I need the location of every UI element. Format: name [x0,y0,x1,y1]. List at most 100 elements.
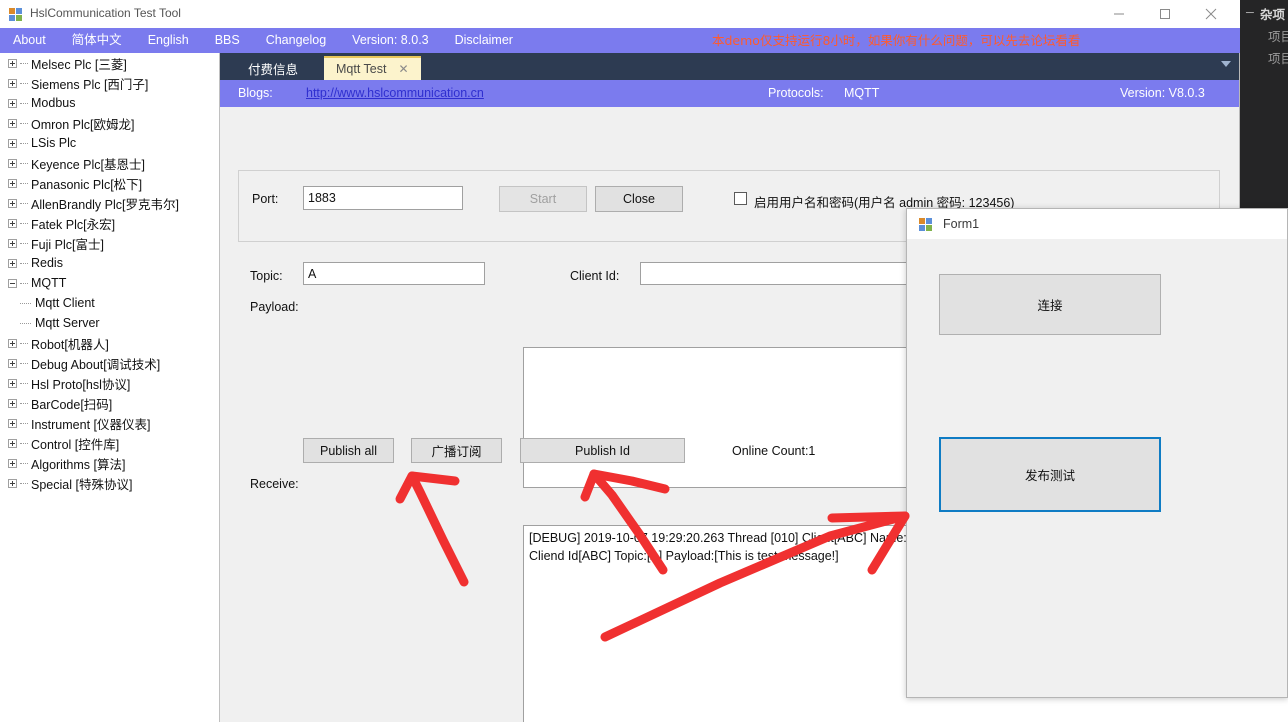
tab-close-icon[interactable]: ✕ [398,62,408,76]
expand-icon[interactable] [8,78,17,88]
form1-app-icon [918,216,934,232]
tab-overflow-chevron-down-icon[interactable] [1221,61,1231,67]
tree-item-lsis[interactable]: LSis Plc [0,133,219,153]
start-button[interactable]: Start [499,186,587,212]
menu-item-changelog[interactable]: Changelog [253,28,339,53]
background-expander-icon: ─ [1246,7,1254,19]
maximize-button[interactable] [1142,0,1188,28]
expand-icon[interactable] [8,98,17,108]
tree-connector [20,462,28,464]
tree-item-label: Mqtt Server [35,316,100,330]
tree-item-label: LSis Plc [31,136,77,150]
expand-icon[interactable] [8,458,17,468]
port-label: Port: [252,192,279,206]
tree-item-control[interactable]: Control [控件库] [0,433,219,453]
tree-item-algorithms[interactable]: Algorithms [算法] [0,453,219,473]
minimize-button[interactable] [1096,0,1142,28]
expand-icon[interactable] [8,338,17,348]
tree-item-panasonic[interactable]: Panasonic Plc[松下] [0,173,219,193]
close-button[interactable] [1188,0,1234,28]
expand-icon[interactable] [8,418,17,428]
tree-item-label: Debug About[调试技术] [31,357,161,372]
tree-item-label: BarCode[扫码] [31,397,113,412]
tab-payment-info[interactable]: 付费信息 [238,56,308,80]
app-icon [8,6,24,22]
tree-item-omron[interactable]: Omron Plc[欧姆龙] [0,113,219,133]
publish-id-button[interactable]: Publish Id [520,438,685,463]
background-tree-item-0: 杂项 [1260,8,1286,22]
tree-item-mqtt[interactable]: MQTT [0,273,219,293]
tree-connector [20,322,31,324]
close-server-button[interactable]: Close [595,186,683,212]
expand-icon[interactable] [8,58,17,68]
tree-connector [20,62,28,64]
menu-item-disclaimer[interactable]: Disclaimer [442,28,526,53]
tree-item-debug-about[interactable]: Debug About[调试技术] [0,353,219,373]
blogs-link[interactable]: http://www.hslcommunication.cn [306,86,484,100]
publish-test-button[interactable]: 发布测试 [939,437,1161,512]
tree-item-melsec[interactable]: Melsec Plc [三菱] [0,53,219,73]
expand-icon[interactable] [8,258,17,268]
publish-all-button[interactable]: Publish all [303,438,394,463]
tree-item-label: MQTT [31,276,67,290]
expand-icon[interactable] [8,218,17,228]
tree-connector [20,302,31,304]
tree-item-label: Siemens Plc [西门子] [31,77,149,92]
tree-connector [20,262,28,264]
enable-auth-checkbox[interactable] [734,192,747,205]
tree-connector [20,342,28,344]
tree-item-allenbrandly[interactable]: AllenBrandly Plc[罗克韦尔] [0,193,219,213]
tree-item-label: Fatek Plc[永宏] [31,217,116,232]
menu-item-english[interactable]: English [135,28,202,53]
protocol-tree[interactable]: Melsec Plc [三菱] Siemens Plc [西门子] Modbus… [0,53,219,722]
tree-connector [20,362,28,364]
port-input[interactable]: 1883 [303,186,463,210]
tree-item-label: AllenBrandly Plc[罗克韦尔] [31,197,179,212]
tree-item-fatek[interactable]: Fatek Plc[永宏] [0,213,219,233]
receive-label: Receive: [250,477,299,491]
form1-dialog: Form1 连接 发布测试 [906,208,1288,698]
tree-item-mqtt-server[interactable]: Mqtt Server [0,313,219,333]
tree-connector [20,182,28,184]
expand-icon[interactable] [8,158,17,168]
tree-item-instrument[interactable]: Instrument [仪器仪表] [0,413,219,433]
expand-icon[interactable] [8,358,17,368]
tree-item-mqtt-client[interactable]: Mqtt Client [0,293,219,313]
expand-icon[interactable] [8,438,17,448]
topic-label: Topic: [250,269,283,283]
collapse-icon[interactable] [8,278,17,288]
menu-item-about[interactable]: About [0,28,59,53]
tree-item-hsl-proto[interactable]: Hsl Proto[hsl协议] [0,373,219,393]
menu-item-chinese[interactable]: 简体中文 [59,28,135,53]
demo-notice-text: 本demo仅支持运行8小时，如果你有什么问题，可以先去论坛看看 [712,33,1081,48]
tree-item-redis[interactable]: Redis [0,253,219,273]
tree-item-label: Keyence Plc[基恩士] [31,157,145,172]
tree-item-robot[interactable]: Robot[机器人] [0,333,219,353]
tree-item-keyence[interactable]: Keyence Plc[基恩士] [0,153,219,173]
tab-mqtt-test[interactable]: Mqtt Test ✕ [324,56,421,80]
payload-label: Payload: [250,300,299,314]
expand-icon[interactable] [8,378,17,388]
topic-input[interactable]: A [303,262,485,285]
tree-item-fuji[interactable]: Fuji Plc[富士] [0,233,219,253]
menu-item-version[interactable]: Version: 8.0.3 [339,28,441,53]
title-bar: HslCommunication Test Tool [0,0,1240,28]
expand-icon[interactable] [8,478,17,488]
tree-item-special[interactable]: Special [特殊协议] [0,473,219,493]
expand-icon[interactable] [8,118,17,128]
tree-connector [20,82,28,84]
broadcast-subscribe-button[interactable]: 广播订阅 [411,438,502,463]
tree-connector [20,282,28,284]
tree-item-siemens[interactable]: Siemens Plc [西门子] [0,73,219,93]
form1-title-bar: Form1 [907,209,1287,239]
expand-icon[interactable] [8,398,17,408]
expand-icon[interactable] [8,138,17,148]
tree-item-barcode[interactable]: BarCode[扫码] [0,393,219,413]
expand-icon[interactable] [8,198,17,208]
connect-button[interactable]: 连接 [939,274,1161,335]
tree-item-modbus[interactable]: Modbus [0,93,219,113]
expand-icon[interactable] [8,178,17,188]
tree-connector [20,482,28,484]
menu-item-bbs[interactable]: BBS [202,28,253,53]
expand-icon[interactable] [8,238,17,248]
